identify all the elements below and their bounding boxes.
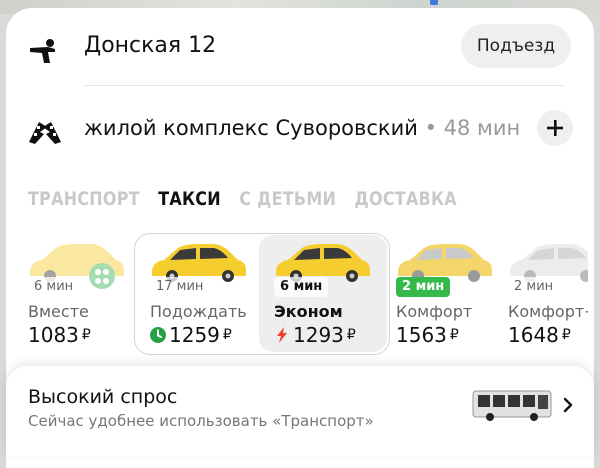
- tariff-time: 2 мин: [508, 277, 560, 297]
- tariff-name: Подождать: [150, 302, 247, 321]
- tariff-comfort-plus[interactable]: 2 мин Комфорт+ 1648₽: [502, 228, 588, 354]
- tariff-time: 2 мин: [396, 277, 451, 297]
- pickup-address[interactable]: Донская 12: [84, 33, 216, 58]
- finish-flags-icon: [29, 122, 61, 144]
- tab-kids[interactable]: С ДЕТЬМИ: [239, 188, 336, 210]
- tariff-together[interactable]: 6 мин Вместе 1083 ₽: [22, 228, 142, 354]
- plus-icon: [547, 120, 563, 136]
- person-pickup-icon: [30, 39, 55, 63]
- tariff-name: Эконом: [274, 302, 343, 321]
- price-value: 1083: [28, 323, 79, 347]
- tariff-price: 1648 ₽: [508, 323, 571, 347]
- tariff-name: Комфорт+: [508, 302, 588, 321]
- tariff-name: Комфорт: [396, 302, 473, 321]
- price-value: 1563: [396, 323, 447, 347]
- currency: ₽: [222, 327, 232, 343]
- tariff-price: 1293 ₽: [274, 323, 356, 347]
- tariff-econom[interactable]: 6 мин Эконом 1293 ₽: [268, 228, 388, 354]
- tariff-name: Вместе: [28, 302, 89, 321]
- destination-row[interactable]: жилой комплекс Суворовский • 48 мин: [6, 106, 594, 158]
- map-marker: [430, 0, 438, 5]
- pickup-row[interactable]: Донская 12 Подъезд: [6, 22, 594, 78]
- tariff-time: 6 мин: [28, 277, 80, 297]
- demand-title: Высокий спрос: [28, 386, 178, 408]
- currency: ₽: [346, 327, 356, 343]
- tariff-time: 6 мин: [274, 277, 329, 297]
- service-tabs: ТРАНСПОРТ ТАКСИ С ДЕТЬМИ ДОСТАВКА: [28, 188, 498, 218]
- tab-delivery[interactable]: ДОСТАВКА: [355, 188, 457, 210]
- price-value: 1293: [293, 323, 344, 347]
- route-divider: [84, 85, 564, 86]
- price-value: 1259: [169, 323, 220, 347]
- tariff-wait[interactable]: 17 мин Подождать 1259 ₽: [144, 228, 264, 354]
- destination-eta: • 48 мин: [417, 116, 521, 140]
- tariff-carousel[interactable]: 6 мин Вместе 1083 ₽ 17 мин Подождать 1259…: [0, 228, 588, 358]
- surge-lightning-icon: [277, 327, 287, 343]
- tab-transport[interactable]: ТРАНСПОРТ: [28, 188, 140, 210]
- destination-text[interactable]: жилой комплекс Суворовский • 48 мин: [84, 116, 520, 140]
- tab-taxi[interactable]: ТАКСИ: [158, 188, 221, 210]
- currency: ₽: [81, 327, 91, 343]
- entrance-button[interactable]: Подъезд: [461, 24, 571, 68]
- bus-icon: [472, 390, 552, 421]
- price-value: 1648: [508, 323, 559, 347]
- tariff-time: 17 мин: [150, 277, 210, 297]
- shared-ride-icon: [89, 263, 115, 289]
- tariff-price: 1083 ₽: [28, 323, 91, 347]
- tariff-price: 1259 ₽: [150, 323, 232, 347]
- tariff-comfort[interactable]: 2 мин Комфорт 1563 ₽: [390, 228, 502, 354]
- chevron-right-icon: [563, 397, 573, 413]
- high-demand-banner[interactable]: Высокий спрос Сейчас удобнее использоват…: [6, 366, 594, 456]
- add-stop-button[interactable]: [537, 110, 573, 146]
- demand-subtitle: Сейчас удобнее использовать «Транспорт»: [28, 412, 374, 430]
- currency: ₽: [561, 327, 571, 343]
- clock-icon: [150, 327, 166, 343]
- destination-address: жилой комплекс Суворовский: [84, 116, 418, 140]
- currency: ₽: [449, 327, 459, 343]
- tariff-price: 1563 ₽: [396, 323, 459, 347]
